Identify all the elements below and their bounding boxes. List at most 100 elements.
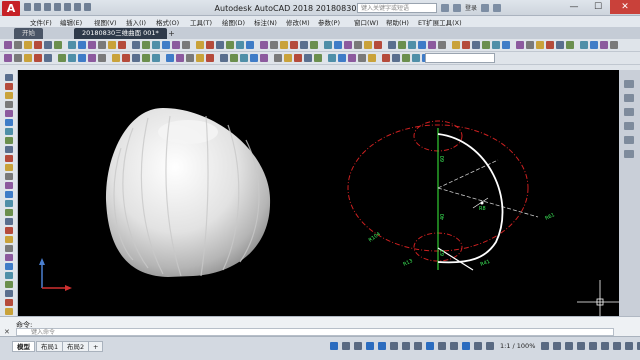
tool-button-icon[interactable] [482, 41, 490, 49]
dim-r61[interactable]: R61 [544, 212, 555, 222]
clean-screen-icon[interactable] [625, 342, 634, 350]
tool-button-icon[interactable] [112, 54, 120, 62]
tool-button-icon[interactable] [44, 54, 52, 62]
quick-properties-icon[interactable] [577, 342, 586, 350]
user-icon[interactable] [453, 3, 461, 12]
menu-file[interactable]: 文件(F) [30, 17, 52, 27]
draw-tool-icon[interactable] [5, 128, 13, 135]
otrack-icon[interactable] [390, 342, 398, 350]
annotation-scale-icon[interactable] [486, 342, 494, 350]
tool-button-icon[interactable] [142, 54, 150, 62]
tool-button-icon[interactable] [284, 54, 292, 62]
tab-model[interactable]: 模型 [12, 341, 35, 352]
tool-button-icon[interactable] [196, 41, 204, 49]
tab-layout2[interactable]: 布局2 [62, 341, 90, 352]
draw-tool-icon[interactable] [5, 191, 13, 198]
nav-tool-icon[interactable] [624, 108, 634, 116]
menu-format[interactable]: 格式(O) [156, 17, 179, 27]
tool-button-icon[interactable] [226, 41, 234, 49]
tool-button-icon[interactable] [108, 41, 116, 49]
tool-button-icon[interactable] [152, 41, 160, 49]
workspace-gear-icon[interactable] [541, 342, 550, 350]
tool-button-icon[interactable] [610, 41, 618, 49]
ortho-icon[interactable] [354, 342, 362, 350]
tool-button-icon[interactable] [162, 41, 170, 49]
tool-button-icon[interactable] [304, 54, 312, 62]
draw-tool-icon[interactable] [5, 254, 13, 261]
nav-tool-icon[interactable] [624, 80, 634, 88]
tool-button-icon[interactable] [186, 54, 194, 62]
tool-button-icon[interactable] [68, 41, 76, 49]
tool-button-icon[interactable] [556, 41, 564, 49]
tool-button-icon[interactable] [118, 41, 126, 49]
menu-insert[interactable]: 插入(I) [126, 17, 146, 27]
draw-tool-icon[interactable] [5, 164, 13, 171]
draw-tool-icon[interactable] [5, 83, 13, 90]
tab-drawing[interactable]: 20180830三维曲面 001* [74, 28, 167, 39]
menu-express-tools[interactable]: ET扩展工具(X) [418, 17, 462, 27]
menu-parametric[interactable]: 参数(P) [318, 17, 340, 27]
tool-button-icon[interactable] [250, 54, 258, 62]
draw-tool-icon[interactable] [5, 182, 13, 189]
tab-start[interactable]: 开始 [14, 28, 43, 39]
tool-button-icon[interactable] [462, 41, 470, 49]
tool-button-icon[interactable] [590, 41, 598, 49]
tool-button-icon[interactable] [220, 54, 228, 62]
draw-tool-icon[interactable] [5, 236, 13, 243]
tool-button-icon[interactable] [338, 54, 346, 62]
tool-button-icon[interactable] [270, 41, 278, 49]
tool-button-icon[interactable] [24, 54, 32, 62]
toolbar-dropdown[interactable] [425, 53, 495, 63]
tool-button-icon[interactable] [98, 41, 106, 49]
tool-button-icon[interactable] [290, 41, 298, 49]
tool-button-icon[interactable] [502, 41, 510, 49]
tool-button-icon[interactable] [358, 54, 366, 62]
tool-button-icon[interactable] [206, 41, 214, 49]
menu-tools[interactable]: 工具(T) [190, 17, 212, 27]
draw-tool-icon[interactable] [5, 92, 13, 99]
snap-icon[interactable] [342, 342, 350, 350]
draw-tool-icon[interactable] [5, 263, 13, 270]
search-input[interactable]: 键入关键字或短语 [357, 3, 437, 13]
tool-button-icon[interactable] [44, 41, 52, 49]
tool-button-icon[interactable] [314, 54, 322, 62]
draw-tool-icon[interactable] [5, 146, 13, 153]
tool-button-icon[interactable] [428, 41, 436, 49]
tool-button-icon[interactable] [132, 41, 140, 49]
tool-button-icon[interactable] [132, 54, 140, 62]
tool-button-icon[interactable] [176, 54, 184, 62]
tool-button-icon[interactable] [300, 41, 308, 49]
login-link[interactable]: 登录 [465, 3, 477, 12]
tool-button-icon[interactable] [402, 54, 410, 62]
tool-button-icon[interactable] [334, 41, 342, 49]
draw-tool-icon[interactable] [5, 173, 13, 180]
tool-button-icon[interactable] [34, 41, 42, 49]
transparency-icon[interactable] [414, 342, 422, 350]
tool-button-icon[interactable] [182, 41, 190, 49]
annotation-scale-value[interactable]: 1:1 / 100% [500, 342, 535, 350]
tool-button-icon[interactable] [382, 54, 390, 62]
tool-button-icon[interactable] [374, 41, 382, 49]
tool-button-icon[interactable] [78, 54, 86, 62]
tool-button-icon[interactable] [580, 41, 588, 49]
tool-button-icon[interactable] [98, 54, 106, 62]
draw-tool-icon[interactable] [5, 155, 13, 162]
tool-button-icon[interactable] [348, 54, 356, 62]
tool-button-icon[interactable] [206, 54, 214, 62]
isolate-objects-icon[interactable] [601, 342, 610, 350]
tool-button-icon[interactable] [78, 41, 86, 49]
grid-icon[interactable] [330, 342, 338, 350]
lineweight-icon[interactable] [402, 342, 410, 350]
tool-button-icon[interactable] [324, 41, 332, 49]
tool-button-icon[interactable] [452, 41, 460, 49]
tool-button-icon[interactable] [280, 41, 288, 49]
hardware-acceleration-icon[interactable] [613, 342, 622, 350]
draw-tool-icon[interactable] [5, 101, 13, 108]
tool-button-icon[interactable] [88, 41, 96, 49]
dim-62[interactable]: 62 [440, 250, 446, 256]
search-icon[interactable] [441, 3, 449, 12]
tool-button-icon[interactable] [368, 54, 376, 62]
close-button[interactable]: ✕ [610, 0, 640, 14]
tool-button-icon[interactable] [536, 41, 544, 49]
draw-tool-icon[interactable] [5, 137, 13, 144]
